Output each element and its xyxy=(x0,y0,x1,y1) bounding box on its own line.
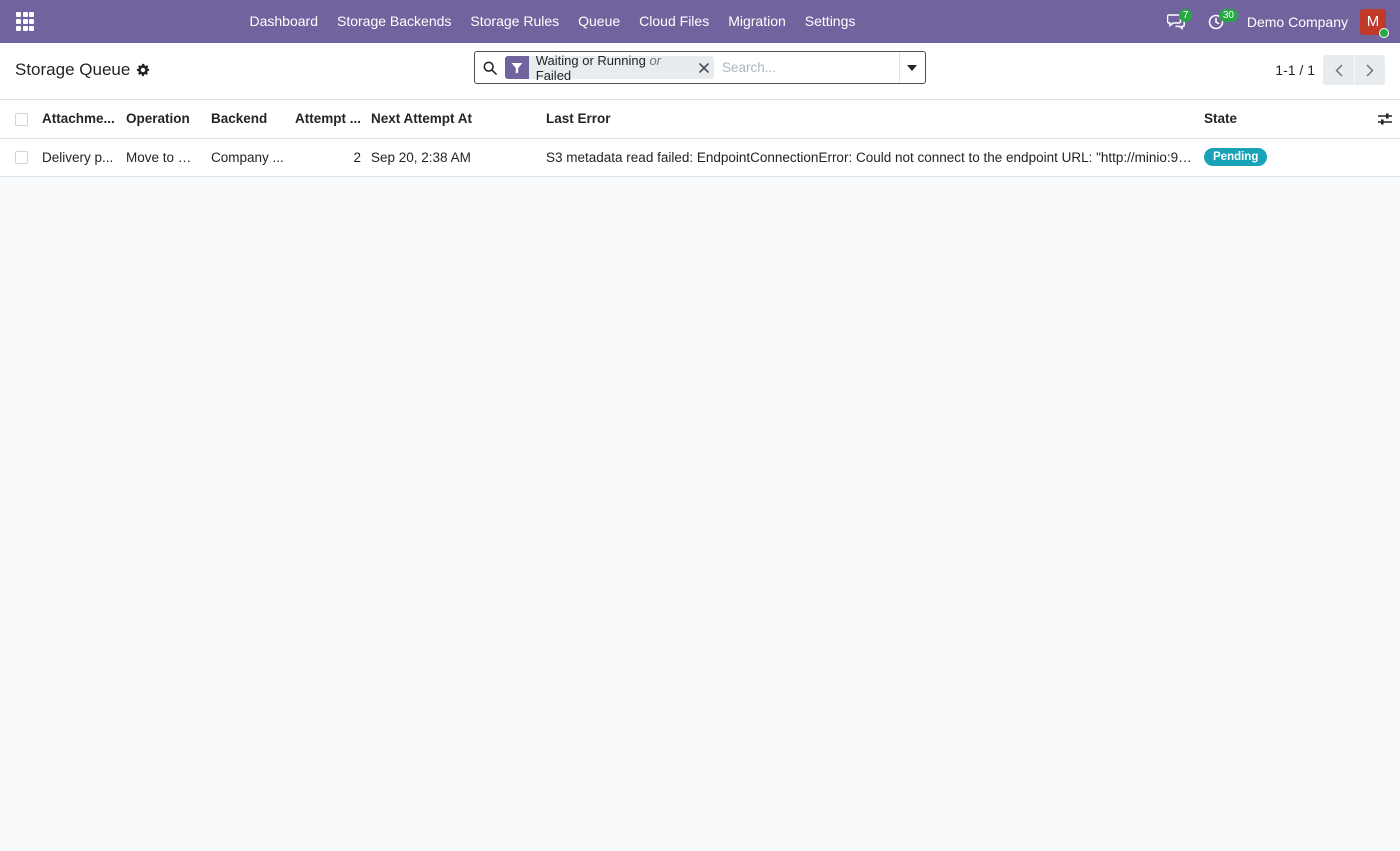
facet-value-2: Failed xyxy=(535,67,572,83)
search-icon[interactable] xyxy=(475,61,505,75)
systray: 7 30 Demo Company M xyxy=(1161,0,1400,43)
chevron-left-icon xyxy=(1334,63,1343,77)
search-box: Waiting or Running or Failed xyxy=(474,51,926,84)
optional-columns-icon[interactable] xyxy=(1374,113,1395,125)
facet-value-1: Waiting or Running xyxy=(535,52,646,68)
facet-label: Waiting or Running or Failed xyxy=(529,53,694,83)
apps-grid-icon xyxy=(15,12,35,31)
menu-item-dashboard[interactable]: Dashboard xyxy=(240,0,328,43)
row-select-cell xyxy=(0,138,37,176)
cell-state[interactable]: Pending xyxy=(1199,138,1369,176)
pager-value[interactable]: 1-1 / 1 xyxy=(1275,62,1315,78)
top-navbar: Dashboard Storage Backends Storage Rules… xyxy=(0,0,1400,43)
menu-item-cloud-files[interactable]: Cloud Files xyxy=(630,0,719,43)
control-panel: Storage Queue Waiting or Running or Fail… xyxy=(0,43,1400,100)
column-header-attempts[interactable]: Attempt ... xyxy=(290,100,366,138)
user-avatar[interactable]: M xyxy=(1360,8,1389,38)
queue-table: Attachme... Operation Backend Attempt ..… xyxy=(0,100,1400,177)
cell-empty xyxy=(1369,138,1400,176)
gear-icon[interactable] xyxy=(136,63,150,77)
cell-attempts[interactable]: 2 xyxy=(290,138,366,176)
chevron-right-icon xyxy=(1366,63,1374,77)
online-status-icon xyxy=(1379,27,1389,38)
cell-last-error[interactable]: S3 metadata read failed: EndpointConnect… xyxy=(541,138,1199,176)
cell-operation[interactable]: Move to Cl... xyxy=(121,138,206,176)
column-header-next-attempt[interactable]: Next Attempt At xyxy=(366,100,541,138)
app-menu-button[interactable] xyxy=(0,0,50,43)
select-all-cell xyxy=(0,100,37,138)
row-checkbox[interactable] xyxy=(15,151,28,165)
select-all-checkbox[interactable] xyxy=(15,113,28,127)
status-badge: Pending xyxy=(1204,148,1268,166)
column-header-state[interactable]: State xyxy=(1199,100,1369,138)
search-options-toggle[interactable] xyxy=(898,52,925,83)
menu-item-storage-rules[interactable]: Storage Rules xyxy=(461,0,569,43)
table-header-row: Attachme... Operation Backend Attempt ..… xyxy=(0,100,1400,138)
column-header-last-error[interactable]: Last Error xyxy=(541,100,1199,138)
optional-columns-cell xyxy=(1369,100,1400,138)
cell-next-attempt[interactable]: Sep 20, 2:38 AM xyxy=(366,138,541,176)
facet-separator: or xyxy=(649,52,662,68)
list-view: Attachme... Operation Backend Attempt ..… xyxy=(0,100,1400,177)
column-header-operation[interactable]: Operation xyxy=(121,100,206,138)
breadcrumb: Storage Queue xyxy=(15,60,150,80)
activities-button[interactable]: 30 xyxy=(1201,0,1238,43)
company-switcher[interactable]: Demo Company xyxy=(1247,14,1348,30)
pager-next-button[interactable] xyxy=(1354,55,1385,85)
activities-count-badge: 30 xyxy=(1218,9,1238,22)
remove-facet-icon[interactable] xyxy=(694,56,714,79)
table-row[interactable]: Delivery p... Move to Cl... Company ... … xyxy=(0,138,1400,176)
messages-button[interactable]: 7 xyxy=(1161,0,1193,43)
menu-item-settings[interactable]: Settings xyxy=(795,0,865,43)
messages-count-badge: 7 xyxy=(1178,9,1193,22)
menu-item-migration[interactable]: Migration xyxy=(719,0,796,43)
filter-facet: Waiting or Running or Failed xyxy=(504,53,714,83)
pager-previous-button[interactable] xyxy=(1323,55,1354,85)
pager: 1-1 / 1 xyxy=(1275,55,1385,85)
caret-down-icon xyxy=(907,64,918,71)
main-menu: Dashboard Storage Backends Storage Rules… xyxy=(240,0,865,43)
filter-icon xyxy=(504,56,529,79)
menu-item-storage-backends[interactable]: Storage Backends xyxy=(328,0,461,43)
page-title: Storage Queue xyxy=(15,60,131,79)
column-header-attachment[interactable]: Attachme... xyxy=(37,100,121,138)
cell-backend[interactable]: Company ... xyxy=(206,138,290,176)
menu-item-queue[interactable]: Queue xyxy=(569,0,630,43)
search-input[interactable] xyxy=(719,52,899,83)
avatar-initial: M xyxy=(1366,13,1380,30)
cell-attachment[interactable]: Delivery p... xyxy=(37,138,121,176)
column-header-backend[interactable]: Backend xyxy=(206,100,290,138)
